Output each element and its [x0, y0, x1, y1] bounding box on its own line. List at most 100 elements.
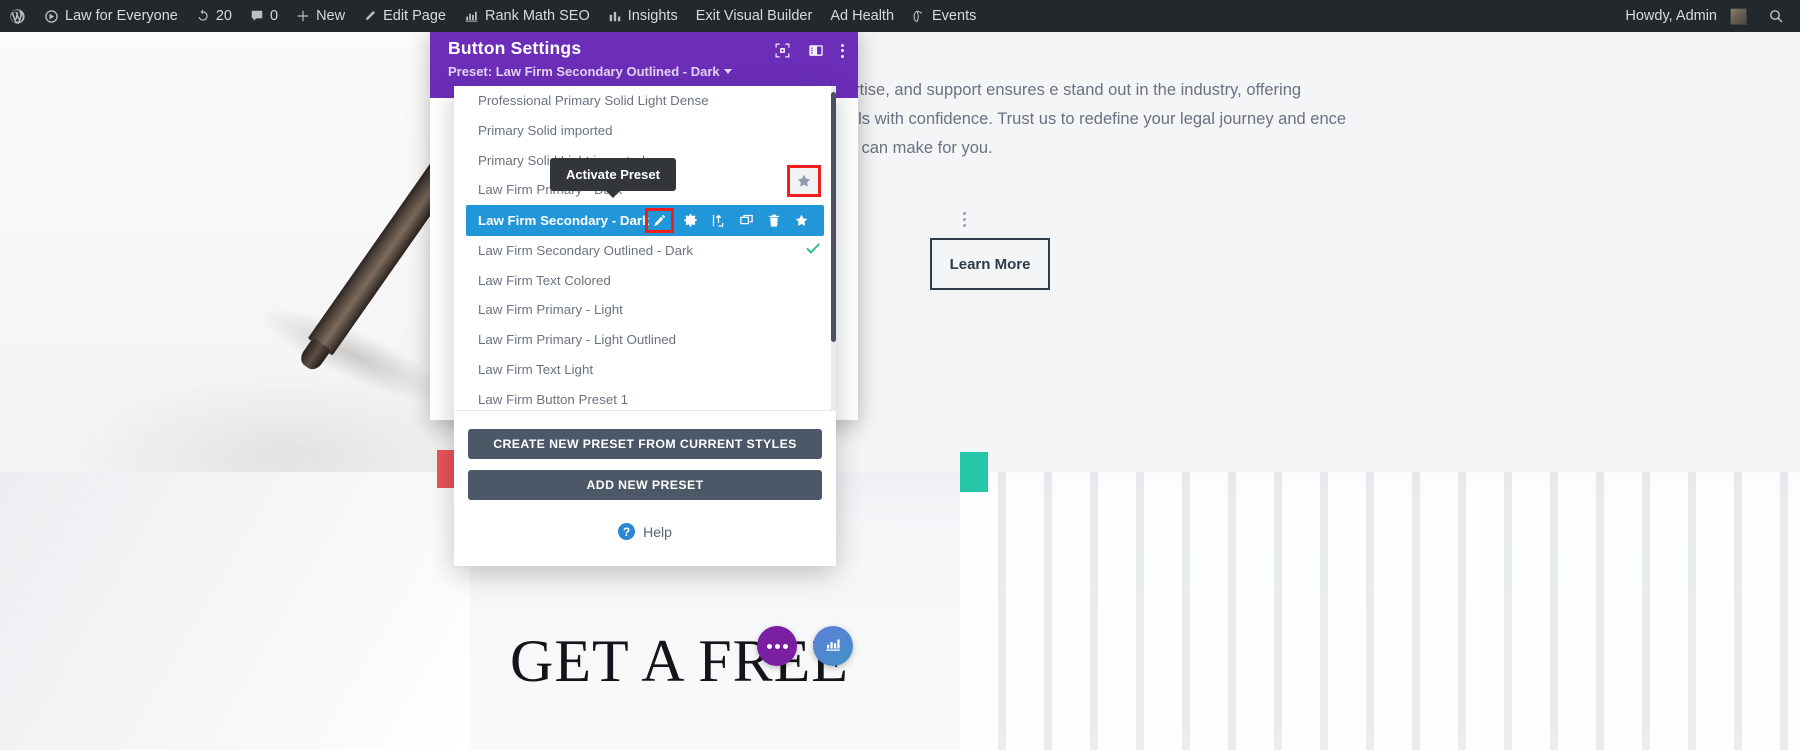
- create-new-preset-button[interactable]: CREATE NEW PRESET FROM CURRENT STYLES: [468, 429, 822, 459]
- adminbar-exit-vb-label: Exit Visual Builder: [695, 8, 813, 24]
- preset-label: Law Firm Secondary Outlined - Dark: [478, 243, 694, 259]
- preset-label: Professional Primary Solid Light Dense: [478, 93, 709, 109]
- hero-pencil-photo: [0, 32, 495, 472]
- preset-item-law-firm-text-colored[interactable]: Law Firm Text Colored: [454, 265, 836, 295]
- preset-row-actions: [645, 207, 813, 233]
- preset-label: Law Firm Primary - Light: [478, 302, 623, 318]
- favorite-star-icon[interactable]: [794, 213, 809, 228]
- adminbar-item-updates[interactable]: 20: [187, 0, 241, 32]
- search-icon: [1768, 8, 1784, 24]
- scrollbar-thumb[interactable]: [831, 92, 836, 342]
- adminbar-new-label: New: [316, 8, 346, 24]
- dot: [841, 49, 844, 52]
- adminbar-site-label: Law for Everyone: [65, 8, 178, 24]
- activate-preset-tooltip: Activate Preset: [550, 158, 676, 198]
- visual-builder-canvas: nwavering commitment to integrity, exper…: [0, 32, 1800, 750]
- export-icon[interactable]: [711, 213, 726, 228]
- delete-trash-icon[interactable]: [767, 213, 781, 228]
- preset-item-law-firm-button-preset-1[interactable]: Law Firm Button Preset 1: [454, 384, 836, 410]
- preset-item-law-firm-primary-light[interactable]: Law Firm Primary - Light: [454, 295, 836, 325]
- dot: [766, 643, 772, 649]
- chevron-down-icon: [723, 69, 732, 74]
- dot: [841, 43, 844, 47]
- adminbar-item-edit-page[interactable]: Edit Page: [354, 0, 455, 32]
- adminbar-updates-count: 20: [215, 8, 232, 24]
- wp-admin-bar: Law for Everyone 20 0 New Edit Page Rank…: [0, 0, 1800, 32]
- wall-left-graphic: [0, 472, 470, 750]
- duplicate-icon[interactable]: [739, 213, 754, 228]
- preset-label: Primary Solid imported: [478, 123, 613, 139]
- bar-chart-icon: [608, 9, 622, 23]
- active-check-icon: [804, 239, 822, 262]
- adminbar-item-wordpress-logo[interactable]: [0, 0, 35, 32]
- rename-pencil-icon[interactable]: [645, 207, 675, 233]
- rank-math-fab[interactable]: [813, 626, 853, 666]
- adminbar-item-new[interactable]: New: [287, 0, 354, 32]
- adminbar-item-search[interactable]: [1756, 0, 1800, 32]
- adminbar-item-my-account[interactable]: Howdy, Admin: [1616, 0, 1756, 32]
- preset-label: Law Firm Text Light: [478, 361, 594, 377]
- window-blinds-graphic: [960, 472, 1800, 750]
- preset-label: Law Firm Secondary - Dark: [478, 212, 650, 228]
- adminbar-item-insights[interactable]: Insights: [599, 0, 687, 32]
- preset-label: Law Firm Text Colored: [478, 272, 611, 288]
- adminbar-item-comments[interactable]: 0: [241, 0, 287, 32]
- preset-label: Law Firm Button Preset 1: [478, 391, 629, 407]
- modal-preset-label: Preset: Law Firm Secondary Outlined - Da…: [448, 64, 720, 79]
- layout-panel-icon[interactable]: [807, 42, 825, 59]
- adminbar-item-events[interactable]: Events: [903, 0, 985, 32]
- adminbar-item-ad-health[interactable]: Ad Health: [821, 0, 903, 32]
- adminbar-ad-health-label: Ad Health: [830, 8, 895, 24]
- rankmath-icon: [464, 9, 479, 23]
- modal-preset-selector[interactable]: Preset: Law Firm Secondary Outlined - Da…: [448, 64, 732, 79]
- color-block-teal: [960, 452, 988, 492]
- preset-item-professional-primary-solid-light-dense[interactable]: Professional Primary Solid Light Dense: [454, 86, 836, 116]
- preset-item-law-firm-primary-light-outlined[interactable]: Law Firm Primary - Light Outlined: [454, 325, 836, 355]
- adminbar-edit-page-label: Edit Page: [383, 8, 446, 24]
- site-icon: [44, 9, 59, 24]
- adminbar-item-rank-math-seo[interactable]: Rank Math SEO: [455, 0, 599, 32]
- events-icon: [912, 9, 926, 24]
- dot: [782, 643, 788, 649]
- adminbar-rankmath-label: Rank Math SEO: [484, 8, 590, 24]
- divi-settings-fab[interactable]: [757, 626, 797, 666]
- adminbar-right-group: Howdy, Admin: [1616, 0, 1800, 32]
- module-drag-handle[interactable]: [963, 212, 966, 227]
- preset-item-law-firm-secondary-dark[interactable]: Law Firm Secondary - Dark: [466, 204, 824, 236]
- dot: [774, 643, 780, 649]
- adminbar-insights-label: Insights: [627, 8, 678, 24]
- learn-more-button[interactable]: Learn More: [930, 238, 1050, 290]
- updates-icon: [196, 9, 210, 23]
- activate-preset-star-button[interactable]: [787, 165, 821, 197]
- preset-dropdown-panel: Professional Primary Solid Light Dense P…: [454, 86, 836, 566]
- dot: [841, 54, 844, 58]
- adminbar-events-label: Events: [932, 8, 977, 24]
- preset-item-law-firm-secondary-outlined-dark[interactable]: Law Firm Secondary Outlined - Dark: [454, 236, 836, 266]
- dot: [963, 212, 966, 215]
- rankmath-chart-icon: [823, 635, 843, 658]
- lower-photo-band: [0, 472, 1800, 750]
- settings-gear-icon[interactable]: [683, 213, 698, 228]
- plus-icon: [296, 9, 310, 23]
- comments-icon: [250, 9, 264, 23]
- section-heading: GET A FREE: [510, 628, 849, 694]
- add-new-preset-button[interactable]: ADD NEW PRESET: [468, 470, 822, 500]
- dot: [963, 224, 966, 227]
- pencil-icon: [363, 9, 377, 23]
- preset-list-scroll-area[interactable]: Professional Primary Solid Light Dense P…: [454, 86, 836, 410]
- adminbar-comments-count: 0: [269, 8, 279, 24]
- adminbar-item-site-name[interactable]: Law for Everyone: [35, 0, 187, 32]
- kebab-menu-icon[interactable]: [841, 43, 844, 58]
- adminbar-howdy-label: Howdy, Admin: [1625, 8, 1717, 24]
- modal-header-actions: [774, 42, 844, 59]
- help-question-icon: ?: [618, 523, 636, 540]
- preset-list-scrollbar[interactable]: [831, 86, 836, 410]
- adminbar-item-exit-visual-builder[interactable]: Exit Visual Builder: [687, 0, 822, 32]
- preset-panel-footer: CREATE NEW PRESET FROM CURRENT STYLES AD…: [454, 410, 836, 558]
- dot: [963, 218, 966, 221]
- help-link[interactable]: ? Help: [468, 511, 822, 546]
- preset-list: Professional Primary Solid Light Dense P…: [454, 86, 836, 410]
- preset-item-law-firm-text-light[interactable]: Law Firm Text Light: [454, 355, 836, 385]
- focus-target-icon[interactable]: [774, 42, 791, 59]
- preset-item-primary-solid-imported[interactable]: Primary Solid imported: [454, 116, 836, 146]
